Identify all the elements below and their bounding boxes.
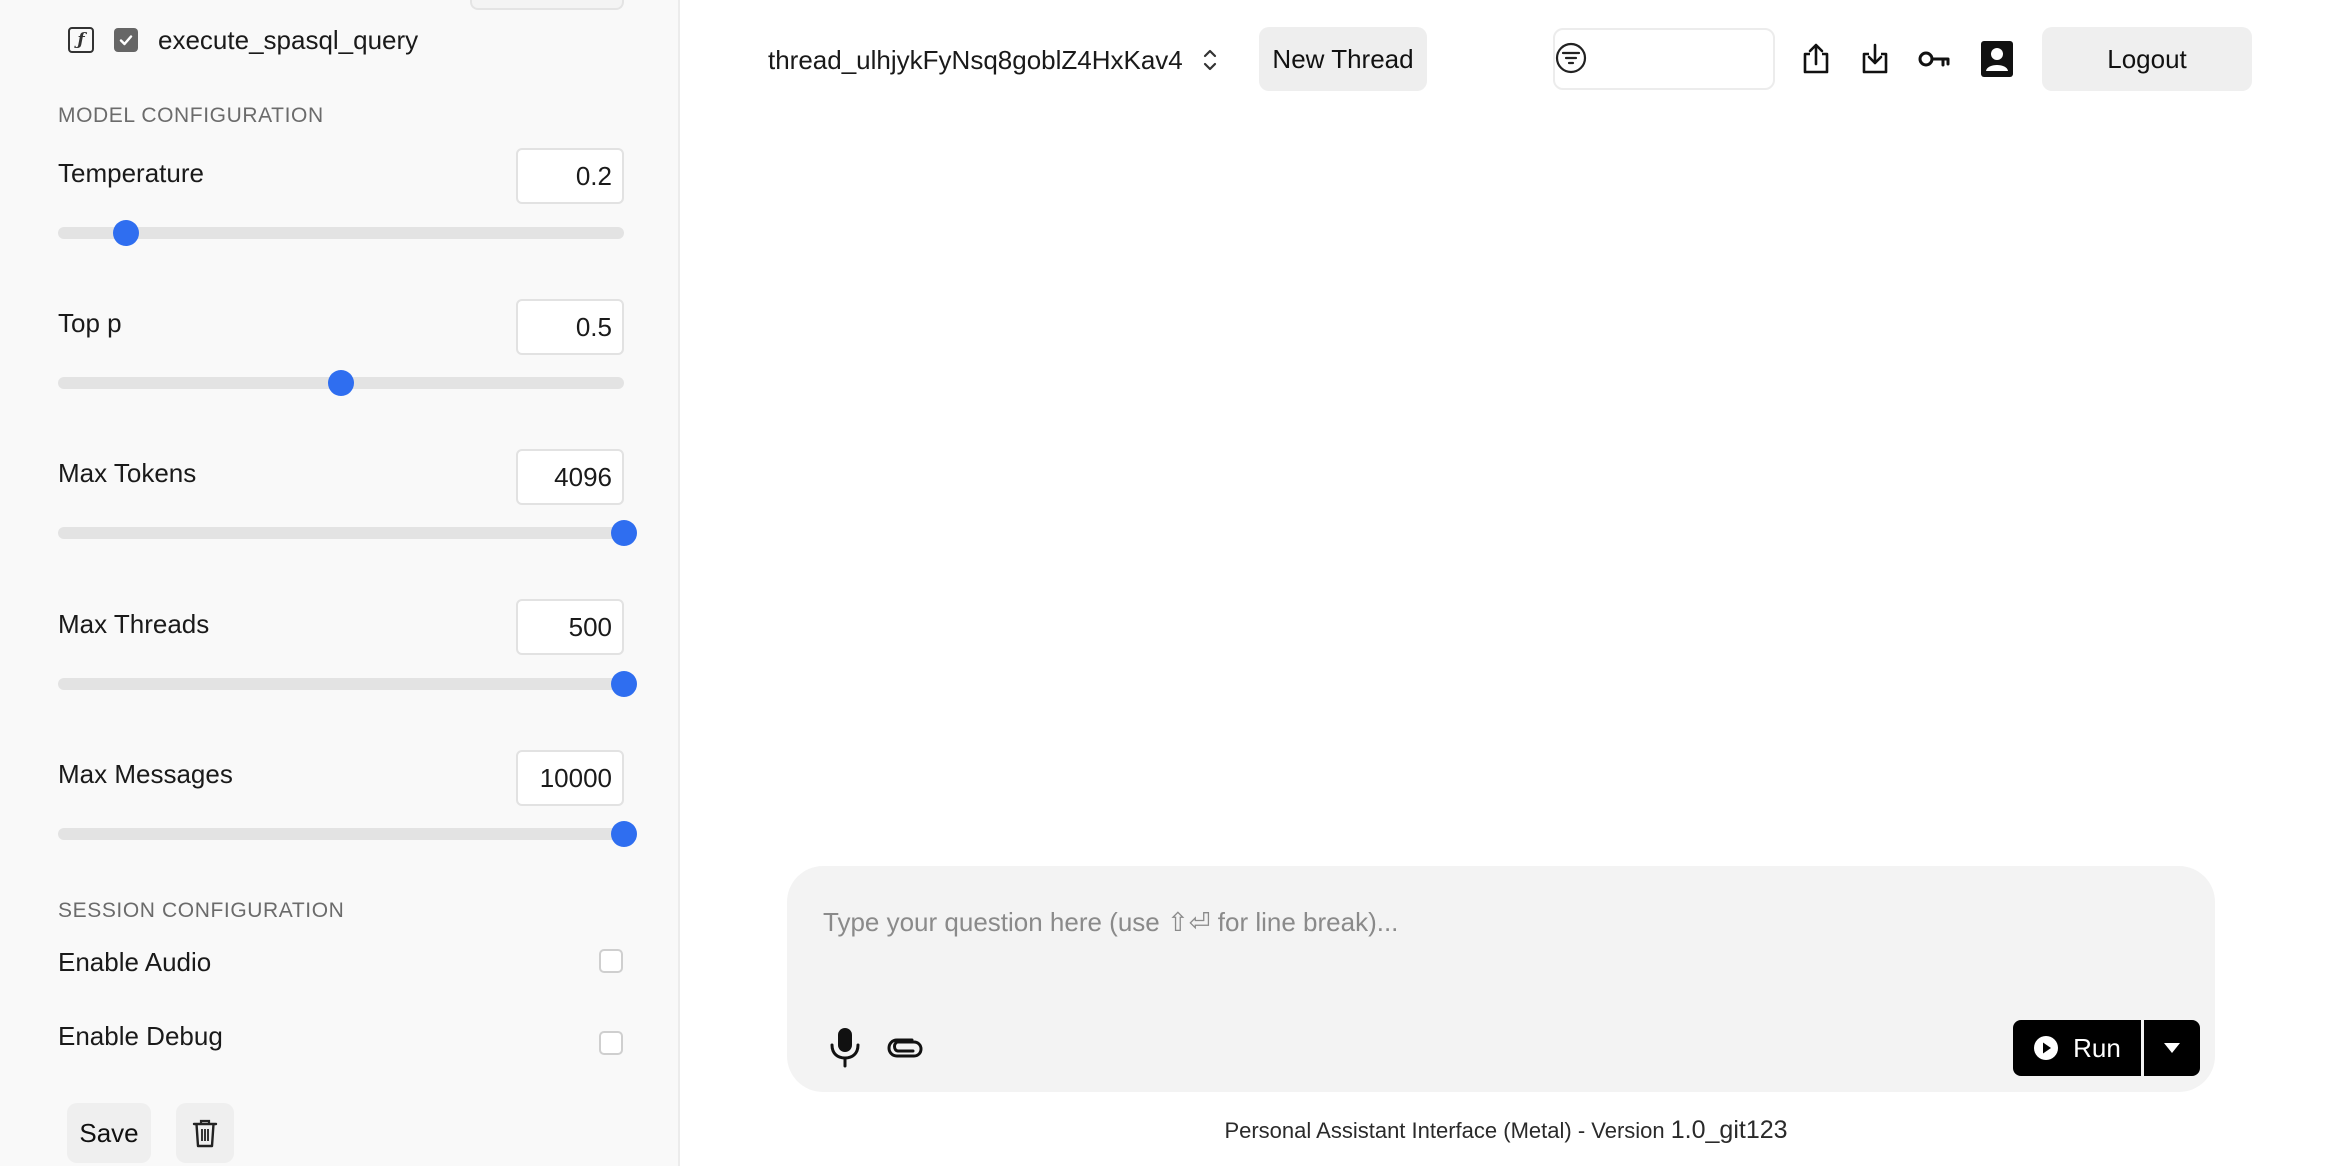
message-input[interactable] (823, 900, 2123, 944)
filter-icon (1555, 42, 1587, 74)
enable-audio-label: Enable Audio (58, 947, 212, 977)
check-icon (119, 35, 133, 46)
upload-icon[interactable] (1799, 42, 1833, 76)
footer: Personal Assistant Interface (Metal) - V… (0, 1116, 2332, 1145)
app-window: ƒ execute_spasql_query MODEL CONFIGURATI… (0, 0, 2332, 1166)
new-thread-button[interactable]: New Thread (1259, 27, 1427, 91)
enable-debug-checkbox[interactable] (599, 1031, 623, 1055)
top-p-label: Top p (58, 308, 122, 338)
function-icon: ƒ (68, 27, 94, 53)
thread-name: thread_ulhjykFyNsq8goblZ4HxKav4 (768, 44, 1183, 75)
enable-debug-label: Enable Debug (58, 1021, 223, 1051)
max-messages-slider[interactable] (58, 821, 637, 847)
session-config-heading: SESSION CONFIGURATION (58, 899, 345, 922)
contact-icon[interactable] (1979, 40, 2015, 78)
max-threads-slider[interactable] (58, 671, 637, 697)
top-p-input[interactable] (516, 299, 624, 355)
top-p-slider[interactable] (58, 370, 624, 396)
enable-audio-checkbox[interactable] (599, 949, 623, 973)
thread-selector[interactable]: thread_ulhjykFyNsq8goblZ4HxKav4 (768, 38, 1219, 82)
max-tokens-label: Max Tokens (58, 458, 197, 488)
tool-name: execute_spasql_query (158, 24, 419, 55)
model-config-heading: MODEL CONFIGURATION (58, 104, 324, 127)
tool-checkbox[interactable] (114, 28, 138, 52)
tool-item[interactable]: ƒ execute_spasql_query (68, 24, 418, 56)
temperature-slider[interactable] (58, 220, 624, 246)
footer-version: 1.0_git123 (1670, 1116, 1788, 1144)
max-threads-input[interactable] (516, 599, 624, 655)
temperature-input[interactable] (516, 148, 624, 204)
max-threads-slider-thumb[interactable] (611, 671, 637, 697)
max-tokens-slider[interactable] (58, 520, 637, 546)
message-composer: Run (787, 866, 2215, 1092)
max-messages-slider-thumb[interactable] (611, 821, 637, 847)
sidebar-scroll-edge (470, 0, 624, 10)
max-messages-input[interactable] (516, 750, 624, 806)
paperclip-icon[interactable] (885, 1030, 925, 1066)
up-down-chevron-icon (1203, 49, 1216, 71)
run-options-button[interactable] (2144, 1020, 2200, 1076)
logout-button[interactable]: Logout (2042, 27, 2252, 91)
max-tokens-input[interactable] (516, 449, 624, 505)
run-button[interactable]: Run (2013, 1020, 2141, 1076)
key-icon[interactable] (1917, 42, 1951, 76)
play-circle-icon (2034, 1036, 2059, 1060)
sidebar: ƒ execute_spasql_query MODEL CONFIGURATI… (0, 0, 680, 1166)
download-icon[interactable] (1858, 42, 1892, 76)
temperature-slider-thumb[interactable] (112, 220, 139, 246)
caret-down-icon (2164, 1043, 2180, 1053)
footer-text: Personal Assistant Interface (Metal) - V… (1224, 1118, 1665, 1143)
max-tokens-slider-thumb[interactable] (611, 520, 637, 546)
max-threads-label: Max Threads (58, 609, 210, 639)
top-p-slider-thumb[interactable] (328, 370, 354, 396)
temperature-label: Temperature (58, 158, 204, 188)
microphone-icon[interactable] (827, 1026, 863, 1068)
max-messages-label: Max Messages (58, 759, 233, 789)
run-label: Run (2073, 1032, 2121, 1063)
